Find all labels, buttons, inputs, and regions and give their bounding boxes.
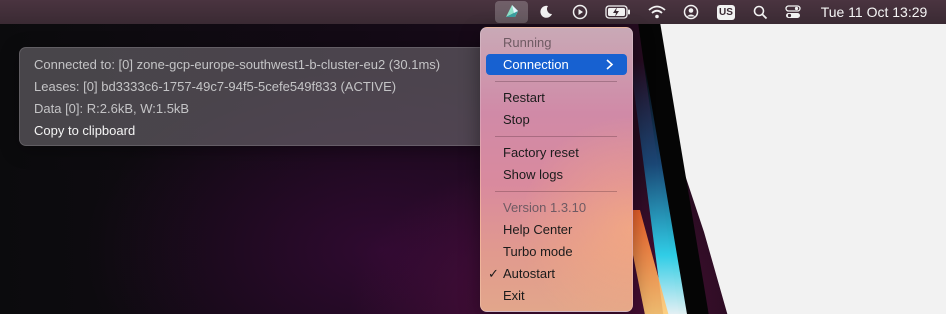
connection-label[interactable]: Connection (503, 57, 569, 72)
play-circle-icon[interactable] (570, 0, 590, 24)
moon-icon[interactable] (537, 0, 555, 24)
menu-separator (495, 136, 617, 137)
battery-charging-icon[interactable] (604, 0, 632, 24)
status-running-item: Running (503, 35, 552, 50)
restart-item[interactable]: Restart (503, 90, 545, 105)
app-dropdown-menu: Running Connection Restart Stop Factory … (480, 27, 633, 312)
menu-bar: US Tue 11 Oct 13:29 (0, 0, 946, 24)
user-circle-icon[interactable] (681, 0, 701, 24)
search-icon[interactable] (751, 0, 769, 24)
connected-to-item: Connected to: [0] zone-gcp-europe-southw… (34, 57, 441, 72)
show-logs-item[interactable]: Show logs (503, 167, 563, 182)
factory-reset-item[interactable]: Factory reset (503, 145, 579, 160)
menubar-clock[interactable]: Tue 11 Oct 13:29 (816, 0, 932, 24)
turbo-mode-item[interactable]: Turbo mode (503, 244, 573, 259)
input-source-label: US (717, 4, 735, 20)
menu-separator (495, 191, 617, 192)
connection-submenu: Connected to: [0] zone-gcp-europe-southw… (19, 47, 487, 146)
control-center-icon[interactable] (783, 0, 803, 24)
exit-item[interactable]: Exit (503, 288, 525, 303)
version-item: Version 1.3.10 (503, 200, 587, 215)
checkmark-icon: ✓ (488, 266, 499, 281)
app-logo-icon (503, 2, 521, 23)
app-status-item[interactable] (495, 1, 528, 23)
help-center-item[interactable]: Help Center (503, 222, 572, 237)
menu-separator (495, 81, 617, 82)
wifi-icon[interactable] (647, 0, 667, 24)
copy-to-clipboard-item[interactable]: Copy to clipboard (34, 123, 135, 138)
stop-item[interactable]: Stop (503, 112, 530, 127)
leases-item: Leases: [0] bd3333c6-1757-49c7-94f5-5cef… (34, 79, 397, 94)
chevron-right-icon (603, 58, 616, 71)
input-source-icon[interactable]: US (716, 0, 736, 24)
autostart-item[interactable]: Autostart (503, 266, 555, 281)
data-usage-item: Data [0]: R:2.6kB, W:1.5kB (34, 101, 190, 116)
